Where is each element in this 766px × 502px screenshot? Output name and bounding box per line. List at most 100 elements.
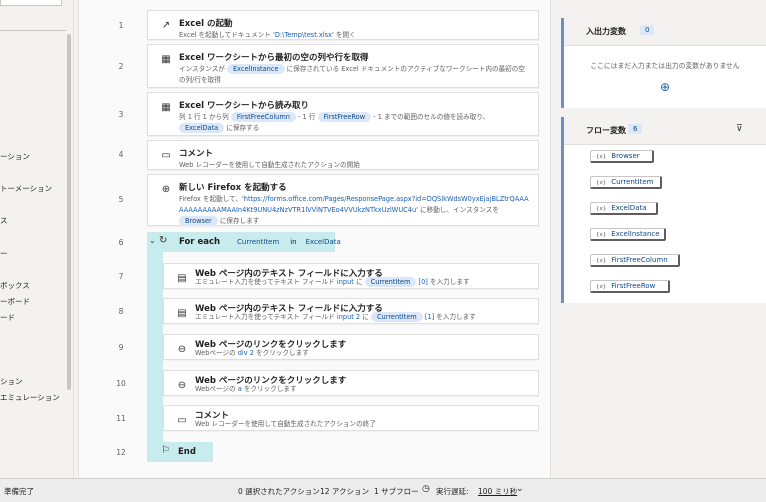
actions-panel: ーション トーメーション ス ー ボックス ーボード ード ション エミュレーシ… bbox=[0, 0, 74, 478]
action-description: インスタンスが ExcelInstance に保存されている Excel ドキュ… bbox=[179, 64, 525, 84]
action-read-worksheet[interactable]: ▦ Excel ワークシートから読み取り 列 1 行 1 から列 FirstFr… bbox=[147, 92, 539, 136]
action-group-item[interactable]: ション bbox=[0, 376, 66, 387]
action-title: Excel ワークシートから最初の空の列や行を取得 bbox=[179, 53, 369, 63]
action-group-item[interactable]: ボックス bbox=[0, 280, 66, 291]
line-number: 6 bbox=[118, 238, 124, 247]
globe-icon: ⊕ bbox=[161, 183, 171, 195]
flow-designer: 1 ↗ Excel の起動 Excel を起動してドキュメント 'D:\Temp… bbox=[78, 0, 551, 478]
status-text: 準備完了 bbox=[4, 487, 34, 496]
link-icon: ⊖ bbox=[177, 343, 187, 355]
action-for-each[interactable]: ⌄ ↻ For each CurrentItem in ExcelData bbox=[147, 232, 341, 252]
action-group-item[interactable]: ーション bbox=[0, 151, 66, 162]
chevron-down-icon[interactable]: ⌄ bbox=[516, 484, 524, 494]
variable-chip[interactable]: {x} CurrentItem bbox=[590, 176, 662, 189]
add-icon[interactable]: ⊕ bbox=[564, 80, 766, 94]
action-title: 新しい Firefox を起動する bbox=[179, 183, 287, 193]
comment-icon: ▭ bbox=[161, 149, 171, 161]
comment-text: Web レコーダーを使用して自動生成されたアクションの開始 bbox=[179, 161, 360, 169]
line-number: 12 bbox=[116, 448, 126, 457]
action-title: コメント bbox=[179, 149, 214, 159]
excel-icon: ▦ bbox=[161, 53, 171, 65]
action-description: Webページの div 2 をクリックします bbox=[195, 349, 309, 357]
flow-variables-section: フロー変数 6 ⊽ {x} Browser {x} CurrentItem {x} E… bbox=[561, 117, 766, 303]
line-number: 9 bbox=[118, 343, 124, 352]
action-description: Firefox を起動して、'https://forms.office.com/… bbox=[179, 195, 529, 226]
line-number: 10 bbox=[116, 379, 126, 388]
link-icon: ⊖ bbox=[177, 379, 187, 391]
flow-variables-title: フロー変数 bbox=[586, 126, 626, 135]
text-field-icon: ▤ bbox=[177, 272, 187, 284]
action-group-item[interactable]: ス bbox=[0, 215, 66, 226]
action-populate-text-field[interactable]: ▤ Web ページ内のテキスト フィールドに入力する エミュレート入力を使ってテ… bbox=[163, 263, 539, 289]
filter-icon[interactable]: ⊽ bbox=[736, 124, 743, 134]
actions-count: 12 アクション bbox=[320, 487, 370, 496]
action-title: Excel の起動 bbox=[179, 19, 233, 29]
loop-icon: ↻ bbox=[159, 235, 168, 246]
excel-icon: ▦ bbox=[161, 101, 171, 113]
action-populate-text-field[interactable]: ▤ Web ページ内のテキスト フィールドに入力する エミュレート入力を使ってテ… bbox=[163, 298, 539, 324]
io-variables-title: 入出力変数 bbox=[586, 27, 626, 36]
for-each-keyword: For each CurrentItem in ExcelData bbox=[179, 237, 347, 247]
variable-chip[interactable]: {x} ExcelData bbox=[590, 202, 658, 215]
scrollbar[interactable] bbox=[67, 34, 71, 390]
action-group-item[interactable]: トーメーション bbox=[0, 183, 66, 194]
run-delay-value[interactable]: 100 ミリ秒 bbox=[478, 486, 517, 497]
io-variables-section: 入出力変数 0 ここにはまだ入力または出力の変数がありません ⊕ bbox=[561, 18, 766, 108]
action-launch-excel[interactable]: ↗ Excel の起動 Excel を起動してドキュメント 'D:\Temp\t… bbox=[147, 10, 539, 40]
action-group-item[interactable]: ーボード bbox=[0, 296, 66, 307]
action-description: エミュレート入力を使ってテキスト フィールド input に CurrentIt… bbox=[195, 277, 470, 287]
action-group-item[interactable]: エミュレーション bbox=[0, 392, 66, 403]
comment-icon: ▭ bbox=[177, 414, 187, 426]
action-launch-firefox[interactable]: ⊕ 新しい Firefox を起動する Firefox を起動して、'https… bbox=[147, 174, 539, 226]
count-badge: 0 bbox=[640, 25, 655, 35]
status-bar: 準備完了 0 選択されたアクション 12 アクション 1 サブフロー ◷ 実行遅… bbox=[0, 478, 766, 502]
selected-actions-count: 0 選択されたアクション bbox=[238, 487, 320, 496]
action-click-link[interactable]: ⊖ Web ページのリンクをクリックします Webページの a をクリックします bbox=[163, 370, 539, 396]
count-badge: 6 bbox=[628, 124, 643, 134]
end-keyword: End bbox=[178, 447, 196, 457]
arrow-up-right-icon: ↗ bbox=[161, 19, 171, 31]
text-field-icon: ▤ bbox=[177, 307, 187, 319]
action-title: Excel ワークシートから読み取り bbox=[179, 101, 309, 111]
variable-token: CurrentItem bbox=[370, 312, 423, 322]
panel-divider bbox=[0, 30, 66, 31]
action-group-item[interactable]: ード bbox=[0, 312, 66, 323]
variable-token: ExcelInstance bbox=[227, 64, 285, 74]
variable-chip[interactable]: {x} Browser bbox=[590, 150, 654, 163]
action-comment[interactable]: ▭ コメント Web レコーダーを使用して自動生成されたアクションの開始 bbox=[147, 140, 539, 170]
variable-chip[interactable]: {x} ExcelInstance bbox=[590, 228, 666, 241]
action-click-link[interactable]: ⊖ Web ページのリンクをクリックします Webページの div 2 をクリッ… bbox=[163, 334, 539, 360]
line-number: 2 bbox=[118, 62, 124, 71]
action-description: エミュレート入力を使ってテキスト フィールド input 2 に Current… bbox=[195, 312, 476, 322]
line-number: 1 bbox=[118, 21, 124, 30]
comment-text: Web レコーダーを使用して自動生成されたアクションの終了 bbox=[195, 420, 376, 428]
action-end[interactable]: ⚐ End bbox=[147, 442, 213, 462]
action-description: 列 1 行 1 から列 FirstFreeColumn - 1 行 FirstF… bbox=[179, 112, 490, 133]
line-number: 11 bbox=[116, 414, 126, 423]
variable-token: ExcelData bbox=[179, 123, 225, 133]
variables-panel: 入出力変数 0 ここにはまだ入力または出力の変数がありません ⊕ フロー変数 6… bbox=[553, 0, 766, 478]
action-description: Webページの a をクリックします bbox=[195, 385, 297, 393]
variable-token: Browser bbox=[179, 216, 218, 226]
variable-token: FirstFreeColumn bbox=[230, 112, 296, 122]
line-number: 4 bbox=[118, 150, 124, 159]
flag-icon: ⚐ bbox=[161, 445, 170, 456]
variable-token: ExcelData bbox=[305, 238, 341, 246]
action-comment[interactable]: ▭ コメント Web レコーダーを使用して自動生成されたアクションの終了 bbox=[163, 405, 539, 431]
run-delay-label: 実行遅延: bbox=[436, 487, 469, 496]
search-box[interactable] bbox=[0, 0, 62, 6]
line-number: 3 bbox=[118, 110, 124, 119]
line-number: 7 bbox=[118, 272, 124, 281]
action-description: Excel を起動してドキュメント 'D:\Temp\test.xlsx' を開… bbox=[179, 31, 356, 39]
variable-chip[interactable]: {x} FirstFreeRow bbox=[590, 280, 670, 293]
chevron-down-icon[interactable]: ⌄ bbox=[149, 236, 156, 245]
variable-token: CurrentItem bbox=[237, 238, 280, 246]
empty-message: ここにはまだ入力または出力の変数がありません bbox=[590, 62, 740, 70]
variable-token: CurrentItem bbox=[364, 277, 417, 287]
line-number: 5 bbox=[118, 195, 124, 204]
variable-token: FirstFreeRow bbox=[317, 112, 372, 122]
clock-icon: ◷ bbox=[422, 484, 430, 494]
action-get-first-free-column-row[interactable]: ▦ Excel ワークシートから最初の空の列や行を取得 インスタンスが Exce… bbox=[147, 44, 539, 88]
action-group-item[interactable]: ー bbox=[0, 248, 66, 259]
variable-chip[interactable]: {x} FirstFreeColumn bbox=[590, 254, 680, 267]
